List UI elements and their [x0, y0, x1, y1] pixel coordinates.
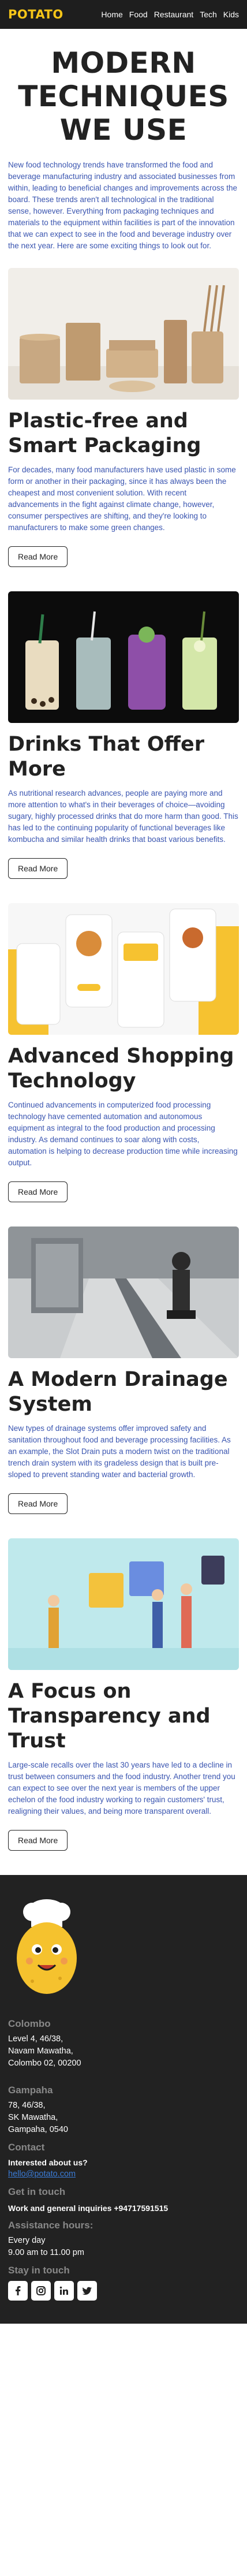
colombo-heading: Colombo [8, 2018, 51, 2029]
article-title: Advanced Shopping Technology [8, 1045, 234, 1093]
page-title: MODERN TECHNIQUES WE USE [18, 46, 229, 147]
nav-link-home[interactable]: Home [101, 10, 122, 19]
inquiries-phone: Work and general inquiries +94717591515 [8, 2204, 169, 2213]
article-text: As nutritional research advances, people… [8, 789, 238, 844]
top-nav: POTATO Home Food Restaurant Tech Kids [0, 0, 247, 29]
read-more-button[interactable]: Read More [8, 1181, 68, 1202]
drinks-image [8, 591, 239, 723]
contact-heading: Contact [8, 2142, 45, 2153]
colombo-address: Colombo Level 4, 46/38, Navam Mawatha, C… [8, 2018, 239, 2070]
hero-section: MODERN TECHNIQUES WE USE New food techno… [0, 29, 247, 268]
address-line: Navam Mawatha, [8, 2046, 73, 2056]
assistance-days: Every day [8, 2236, 46, 2245]
facebook-icon[interactable] [8, 2281, 28, 2301]
stay-in-touch-heading: Stay in touch [8, 2265, 70, 2276]
assistance-heading: Assistance hours: [8, 2220, 93, 2231]
article-title: Plastic-free and Smart Packaging [8, 409, 201, 457]
nav-link-restaurant[interactable]: Restaurant [154, 10, 193, 19]
instagram-icon[interactable] [31, 2281, 51, 2301]
article-title: A Modern Drainage System [8, 1368, 228, 1416]
article-title: Drinks That Offer More [8, 733, 204, 781]
packaging-image [8, 268, 239, 400]
article-packaging: Plastic-free and Smart Packaging For dec… [0, 268, 247, 591]
gampaha-heading: Gampaha [8, 2085, 53, 2096]
contact-section: Contact Interested about us? hello@potat… [8, 2142, 239, 2180]
twitter-icon[interactable] [77, 2281, 97, 2301]
address-line: Level 4, 46/38, [8, 2034, 63, 2044]
read-more-button[interactable]: Read More [8, 858, 68, 879]
get-in-touch-section: Get in touch Work and general inquiries … [8, 2186, 239, 2214]
linkedin-icon[interactable] [54, 2281, 74, 2301]
potato-chef-mascot-icon [9, 1895, 84, 1999]
stay-in-touch-section: Stay in touch [8, 2265, 239, 2301]
get-in-touch-heading: Get in touch [8, 2186, 66, 2197]
article-drainage: A Modern Drainage System New types of dr… [0, 1227, 247, 1538]
gampaha-address: Gampaha 78, 46/38, SK Mawatha, Gampaha, … [8, 2085, 239, 2136]
social-links [8, 2281, 239, 2301]
transparency-illustration [8, 1538, 239, 1670]
address-line: 78, 46/38, [8, 2101, 46, 2110]
article-text: New types of drainage systems offer impr… [8, 1424, 231, 1479]
shopping-app-image [8, 903, 239, 1035]
article-text: Continued advancements in computerized f… [8, 1101, 238, 1167]
contact-prompt: Interested about us? [8, 2158, 88, 2167]
contact-email-link[interactable]: hello@potato.com [8, 2169, 76, 2179]
article-transparency: A Focus on Transparency and Trust Large-… [0, 1538, 247, 1875]
nav-link-food[interactable]: Food [129, 10, 148, 19]
site-footer: Colombo Level 4, 46/38, Navam Mawatha, C… [0, 1875, 247, 2324]
assistance-section: Assistance hours: Every day 9.00 am to 1… [8, 2220, 239, 2259]
site-logo[interactable]: POTATO [8, 8, 63, 21]
address-line: Colombo 02, 00200 [8, 2059, 81, 2068]
address-line: SK Mawatha, [8, 2113, 58, 2122]
article-text: Large-scale recalls over the last 30 yea… [8, 1761, 235, 1815]
nav-links: Home Food Restaurant Tech Kids [101, 10, 239, 19]
article-shopping: Advanced Shopping Technology Continued a… [0, 903, 247, 1227]
drainage-image [8, 1227, 239, 1358]
hero-intro: New food technology trends have transfor… [8, 161, 237, 250]
article-title: A Focus on Transparency and Trust [8, 1680, 211, 1753]
nav-link-tech[interactable]: Tech [200, 10, 217, 19]
read-more-button[interactable]: Read More [8, 1830, 68, 1851]
article-drinks: Drinks That Offer More As nutritional re… [0, 591, 247, 903]
read-more-button[interactable]: Read More [8, 546, 68, 567]
nav-link-kids[interactable]: Kids [223, 10, 239, 19]
read-more-button[interactable]: Read More [8, 1493, 68, 1514]
assistance-hours: 9.00 am to 11.00 pm [8, 2248, 84, 2257]
address-line: Gampaha, 0540 [8, 2125, 68, 2134]
article-text: For decades, many food manufacturers hav… [8, 465, 236, 532]
